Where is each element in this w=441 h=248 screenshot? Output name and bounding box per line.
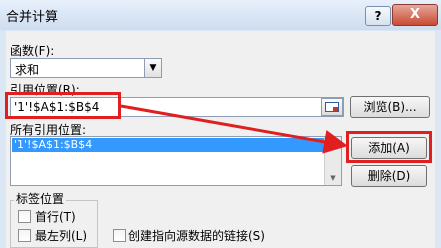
label-position-group-label: 标签位置 — [14, 190, 67, 207]
dialog-window: 合并计算 ? X 函数(F): 求和 ▼ 引用位置(R): '1'!$A$1:$… — [0, 0, 441, 248]
annotation-arrow — [120, 104, 348, 154]
arrow-line — [120, 104, 348, 154]
